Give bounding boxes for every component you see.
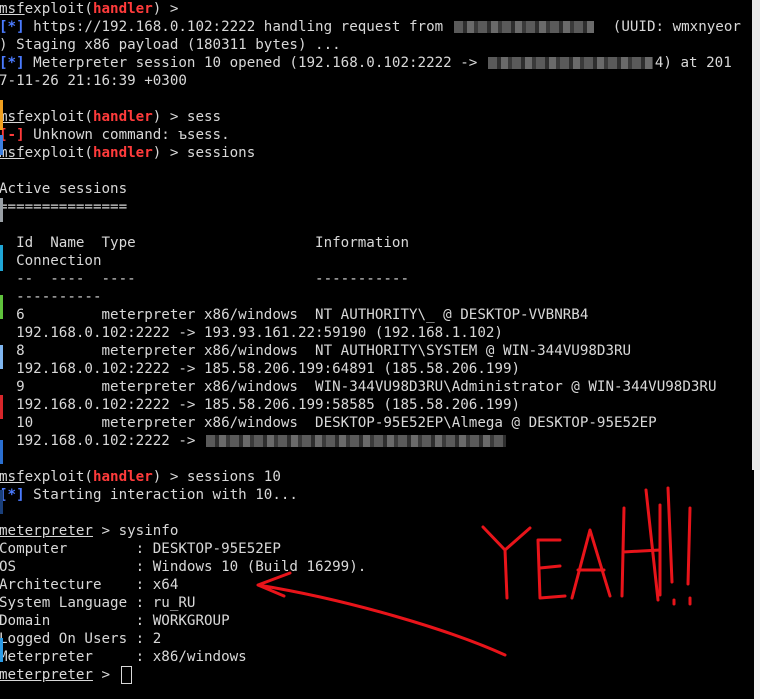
- yeah-scribble: [256, 486, 692, 657]
- handwritten-annotation: [256, 486, 692, 657]
